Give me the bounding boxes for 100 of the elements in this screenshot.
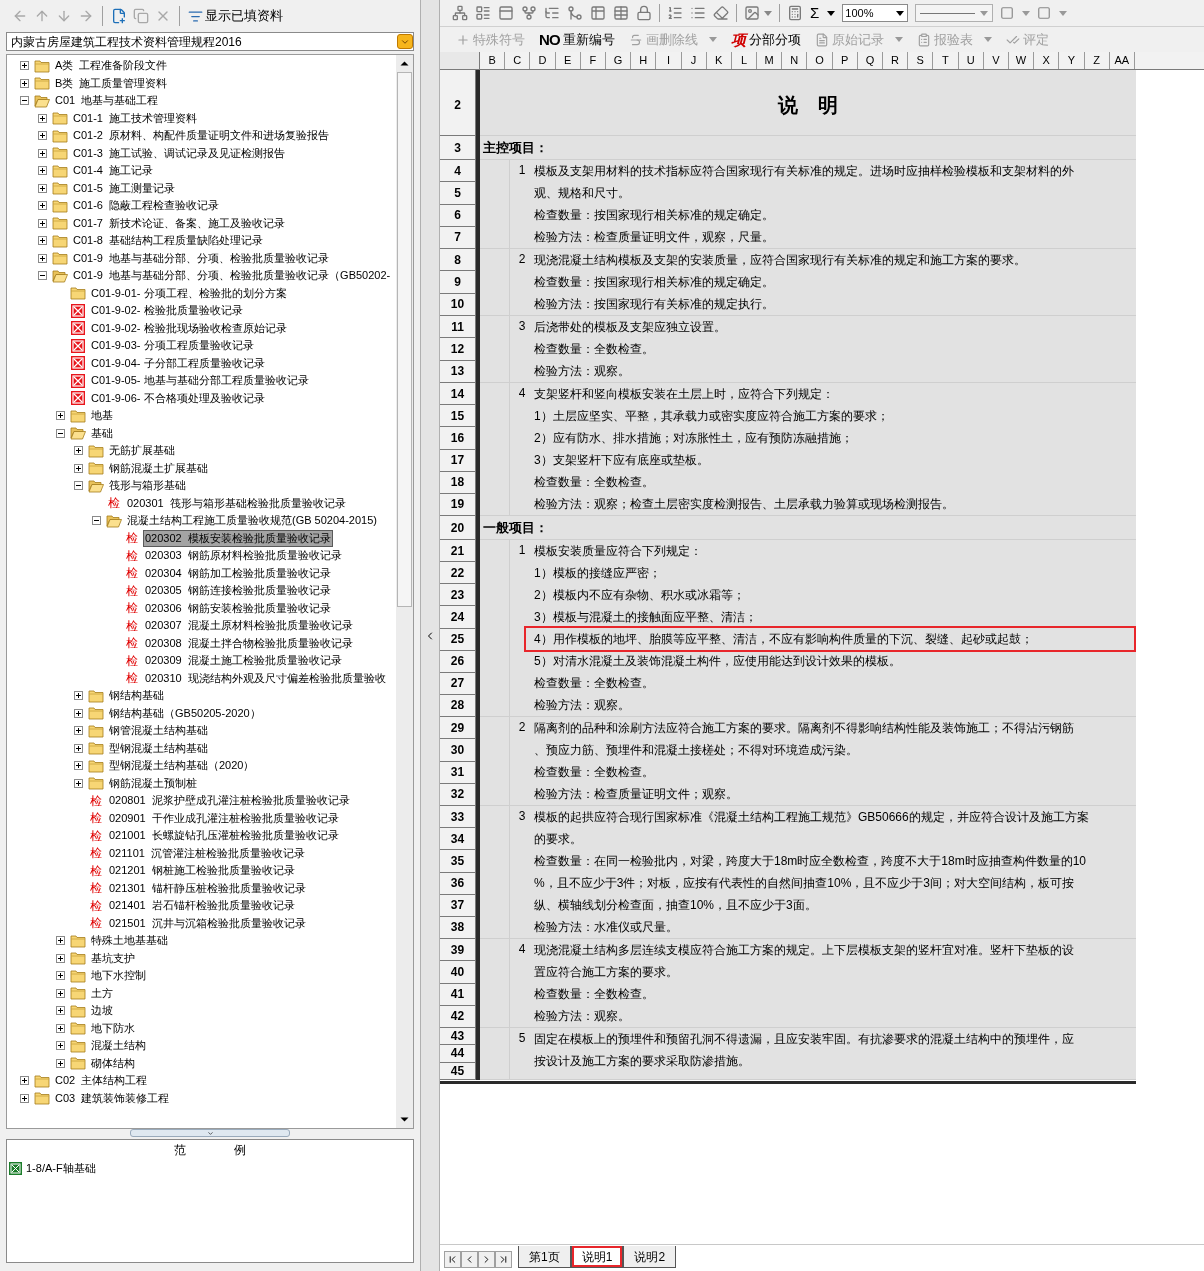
expand-toggle[interactable] xyxy=(19,1093,29,1103)
tree-item[interactable]: A类 工程准备阶段文件 xyxy=(53,57,170,75)
column-header[interactable]: T xyxy=(933,52,959,69)
toolbar-button[interactable]: 项 分部分项 xyxy=(731,29,801,50)
row-header[interactable]: 38 xyxy=(440,916,476,940)
tree-item[interactable]: 020302 模板安装检验批质量验收记录 xyxy=(143,529,333,547)
tree-item[interactable]: 020305 钢筋连接检验批质量验收记录 xyxy=(143,582,333,600)
expand-toggle[interactable] xyxy=(73,481,83,491)
sheet-nav-button[interactable] xyxy=(444,1251,461,1268)
row-header[interactable]: 27 xyxy=(440,672,476,695)
legend-item[interactable]: 1-8/A-F轴基础 xyxy=(26,1160,96,1177)
tree-item[interactable]: 020307 混凝土原材料检验批质量验收记录 xyxy=(143,617,355,635)
row-header[interactable]: 15 xyxy=(440,405,476,428)
column-header[interactable]: W xyxy=(1008,52,1035,69)
bulleted-list-icon[interactable] xyxy=(690,5,706,21)
expand-toggle[interactable] xyxy=(55,936,65,946)
expand-toggle[interactable] xyxy=(19,1076,29,1086)
calculator-icon[interactable] xyxy=(787,5,803,21)
tree-item[interactable]: 钢筋混凝土预制桩 xyxy=(107,774,199,792)
expand-toggle[interactable] xyxy=(55,988,65,998)
add-file-icon[interactable] xyxy=(111,8,127,24)
column-header[interactable]: AA xyxy=(1109,52,1135,69)
tree-item[interactable]: 020309 混凝土施工检验批质量验收记录 xyxy=(143,652,344,670)
tree-item[interactable]: 混凝土结构 xyxy=(89,1037,148,1055)
column-header[interactable]: Y xyxy=(1059,52,1085,69)
expand-toggle[interactable] xyxy=(37,271,47,281)
tree-item[interactable]: C01-1 施工技术管理资料 xyxy=(71,109,200,127)
grid-icon[interactable] xyxy=(613,5,629,21)
tree-item[interactable]: 020304 钢筋加工检验批质量验收记录 xyxy=(143,564,333,582)
tree-item[interactable]: 筏形与箱形基础 xyxy=(107,477,188,495)
tree-item[interactable]: 钢结构基础（GB50205-2020） xyxy=(107,704,263,722)
row-header[interactable]: 18 xyxy=(440,471,476,494)
column-header[interactable]: G xyxy=(605,52,632,69)
row-header[interactable]: 30 xyxy=(440,739,476,762)
column-header[interactable]: J xyxy=(681,52,707,69)
toolbar-button[interactable]: NO 重新编号 xyxy=(539,29,615,50)
row-header[interactable]: 31 xyxy=(440,761,476,784)
tree-item[interactable]: 地下水控制 xyxy=(89,967,148,985)
expand-toggle[interactable] xyxy=(55,411,65,421)
row-header[interactable]: 8 xyxy=(440,249,476,272)
tree-item[interactable]: 020306 钢筋安装检验批质量验收记录 xyxy=(143,599,333,617)
tree-item[interactable]: 混凝土结构工程施工质量验收规范(GB 50204-2015) xyxy=(125,512,379,530)
tree-item[interactable]: C01-8 基础结构工程质量缺陷处理记录 xyxy=(71,232,266,250)
tree-item[interactable]: C01-9-06- 不合格项处理及验收记录 xyxy=(89,389,267,407)
fork-icon[interactable] xyxy=(521,5,537,21)
tree-item[interactable]: 021301 锚杆静压桩检验批质量验收记录 xyxy=(107,879,308,897)
line-style-combobox[interactable] xyxy=(915,4,994,22)
expand-toggle[interactable] xyxy=(55,428,65,438)
column-header[interactable]: D xyxy=(530,52,556,69)
row-header[interactable]: 28 xyxy=(440,694,476,717)
column-header[interactable]: M xyxy=(757,52,783,69)
sum-button[interactable]: Σ xyxy=(810,1,836,25)
merge-icon[interactable] xyxy=(567,5,583,21)
row-header[interactable]: 26 xyxy=(440,650,476,673)
column-header[interactable]: O xyxy=(807,52,833,69)
row-header[interactable]: 14 xyxy=(440,383,476,406)
tree-item[interactable]: C01-3 施工试验、调试记录及见证检测报告 xyxy=(71,144,288,162)
column-header[interactable]: V xyxy=(983,52,1009,69)
standard-dropdown[interactable]: 内蒙古房屋建筑工程技术资料管理规程2016 xyxy=(6,32,414,51)
tree-item[interactable]: C03 建筑装饰装修工程 xyxy=(53,1089,172,1107)
tree-item[interactable]: 021001 长螺旋钻孔压灌桩检验批质量验收记录 xyxy=(107,827,341,845)
tree-item[interactable]: 钢管混凝土结构基础 xyxy=(107,722,210,740)
column-header[interactable]: L xyxy=(731,52,758,69)
tree-item[interactable]: C01-5 施工测量记录 xyxy=(71,179,178,197)
expand-toggle[interactable] xyxy=(73,778,83,788)
row-header[interactable]: 16 xyxy=(440,427,476,450)
column-header[interactable]: S xyxy=(908,52,934,69)
tree-item[interactable]: C01-9-01- 分项工程、检验批的划分方案 xyxy=(89,284,289,302)
expand-toggle[interactable] xyxy=(55,1023,65,1033)
expand-toggle[interactable] xyxy=(55,1058,65,1068)
sheet-tab[interactable]: 说明1 xyxy=(570,1246,624,1268)
expand-toggle[interactable] xyxy=(73,726,83,736)
tree-item[interactable]: C01-6 隐蔽工程检查验收记录 xyxy=(71,197,222,215)
lock-icon[interactable] xyxy=(636,5,652,21)
row-header[interactable]: 25 xyxy=(440,628,476,651)
tree-item[interactable]: 021101 沉管灌注桩检验批质量验收记录 xyxy=(107,844,307,862)
expand-toggle[interactable] xyxy=(37,166,47,176)
tree-item[interactable]: C02 主体结构工程 xyxy=(53,1072,150,1090)
sheet-tab[interactable]: 第1页 xyxy=(518,1246,571,1268)
expand-toggle[interactable] xyxy=(73,743,83,753)
tree-item[interactable]: 钢筋混凝土扩展基础 xyxy=(107,459,210,477)
tree-item[interactable]: 021401 岩石锚杆检验批质量验收记录 xyxy=(107,897,297,915)
expand-toggle[interactable] xyxy=(37,148,47,158)
sheet-nav-button[interactable] xyxy=(495,1251,512,1268)
row-header[interactable]: 39 xyxy=(440,939,476,962)
tree-item[interactable]: C01-9-03- 分项工程质量验收记录 xyxy=(89,337,256,355)
row-header[interactable]: 13 xyxy=(440,360,476,383)
row-header[interactable]: 32 xyxy=(440,783,476,806)
expand-toggle[interactable] xyxy=(55,1006,65,1016)
splitter-handle[interactable] xyxy=(130,1129,290,1137)
row-header[interactable]: 35 xyxy=(440,850,476,873)
tree-item[interactable]: 020901 干作业成孔灌注桩检验批质量验收记录 xyxy=(107,809,341,827)
row-header[interactable]: 36 xyxy=(440,872,476,895)
tree-item[interactable]: C01 地基与基础工程 xyxy=(53,92,161,110)
expand-toggle[interactable] xyxy=(91,516,101,526)
tree-item[interactable]: 砌体结构 xyxy=(89,1054,137,1072)
tree-item[interactable]: 钢结构基础 xyxy=(107,687,166,705)
column-header[interactable]: F xyxy=(580,52,606,69)
row-header[interactable]: 5 xyxy=(440,182,476,205)
row-header[interactable]: 9 xyxy=(440,271,476,294)
